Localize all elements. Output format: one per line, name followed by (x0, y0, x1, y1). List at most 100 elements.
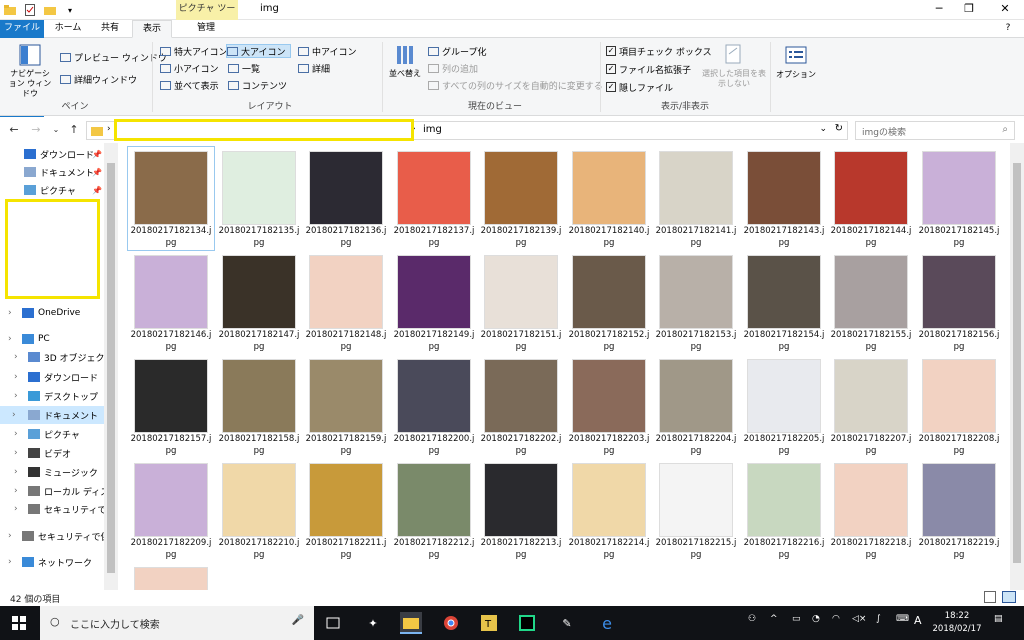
file-item[interactable]: 20180217182205.jpg (741, 355, 827, 458)
taskbar-search-input[interactable]: ○ ここに入力して検索 🎤 (40, 606, 314, 640)
pycharm-icon[interactable] (516, 612, 538, 634)
file-explorer-icon[interactable] (400, 612, 422, 634)
scroll-thumb[interactable] (107, 163, 115, 573)
file-thumbnail[interactable] (922, 359, 996, 433)
expand-chevron-icon[interactable]: › (12, 410, 16, 420)
file-item[interactable]: 20180217182209.jpg (128, 459, 214, 562)
file-item[interactable]: 20180217182220.jpg (128, 563, 214, 590)
file-thumbnail[interactable] (484, 463, 558, 537)
file-item[interactable]: 20180217182200.jpg (391, 355, 477, 458)
file-thumbnail[interactable] (747, 151, 821, 225)
task-view-icon[interactable] (322, 612, 344, 634)
breadcrumb-current[interactable]: img (423, 124, 442, 135)
file-item[interactable]: 20180217182158.jpg (216, 355, 302, 458)
properties-icon[interactable] (22, 2, 38, 18)
hide-selected-button[interactable]: 選択した項目を表示しない (702, 44, 766, 89)
file-item[interactable]: 20180217182202.jpg (478, 355, 564, 458)
file-item[interactable]: 20180217182214.jpg (566, 459, 652, 562)
file-thumbnail[interactable] (572, 255, 646, 329)
tree-item[interactable]: › OneDrive (8, 304, 80, 322)
file-thumbnail[interactable] (747, 359, 821, 433)
refresh-icon[interactable]: ↻ (835, 123, 843, 134)
tree-item[interactable]: › ピクチャ (14, 425, 80, 443)
file-item[interactable]: 20180217182144.jpg (828, 147, 914, 250)
file-thumbnail[interactable] (484, 151, 558, 225)
sort-button[interactable]: 並べ替え (388, 44, 422, 79)
layout-extra-large[interactable]: 特大アイコン (160, 44, 228, 58)
file-thumbnail[interactable] (659, 463, 733, 537)
network-icon[interactable]: ◔ (812, 614, 820, 624)
file-item[interactable]: 20180217182219.jpg (916, 459, 1002, 562)
layout-large[interactable]: 大アイコン (226, 44, 291, 58)
file-item[interactable]: 20180217182135.jpg (216, 147, 302, 250)
layout-details[interactable]: 詳細 (298, 61, 330, 75)
forward-arrow-icon[interactable]: → (28, 122, 44, 138)
file-item[interactable]: 20180217182203.jpg (566, 355, 652, 458)
file-thumbnail[interactable] (572, 359, 646, 433)
sidebar-scrollbar[interactable] (104, 143, 118, 590)
new-folder-icon[interactable] (42, 2, 58, 18)
file-thumbnail[interactable] (834, 255, 908, 329)
battery-icon[interactable]: ▭ (792, 614, 801, 624)
file-thumbnail[interactable] (309, 151, 383, 225)
file-item[interactable]: 20180217182212.jpg (391, 459, 477, 562)
hidden-items-toggle[interactable]: ✓ 隠しファイル (606, 80, 673, 94)
expand-chevron-icon[interactable]: › (14, 429, 18, 439)
quick-access-item[interactable]: ドキュメント 📌 (24, 163, 102, 181)
details-view-icon[interactable] (984, 591, 996, 603)
layout-list[interactable]: 一覧 (228, 61, 260, 75)
file-thumbnail[interactable] (922, 463, 996, 537)
expand-chevron-icon[interactable]: › (8, 334, 12, 344)
file-thumbnail[interactable] (222, 463, 296, 537)
tab-share[interactable]: 共有 (92, 20, 128, 38)
help-icon[interactable]: ? (996, 20, 1020, 38)
file-item[interactable]: 20180217182207.jpg (828, 355, 914, 458)
expand-chevron-icon[interactable]: › (14, 372, 18, 382)
expand-chevron-icon[interactable]: › (14, 448, 18, 458)
file-item[interactable]: 20180217182156.jpg (916, 251, 1002, 354)
file-item[interactable]: 20180217182136.jpg (303, 147, 389, 250)
file-item[interactable]: 20180217182218.jpg (828, 459, 914, 562)
file-thumbnail[interactable] (922, 151, 996, 225)
search-input[interactable]: imgの検索 ⌕ (855, 121, 1015, 140)
preview-pane-button[interactable]: プレビュー ウィンドウ (60, 50, 167, 64)
file-thumbnail[interactable] (659, 151, 733, 225)
file-item[interactable]: 20180217182139.jpg (478, 147, 564, 250)
file-thumbnail[interactable] (309, 255, 383, 329)
edge-icon[interactable]: e (596, 612, 618, 634)
file-item[interactable]: 20180217182141.jpg (653, 147, 739, 250)
file-item[interactable]: 20180217182154.jpg (741, 251, 827, 354)
scroll-thumb[interactable] (1013, 163, 1021, 563)
file-thumbnail[interactable] (222, 255, 296, 329)
file-thumbnail[interactable] (659, 255, 733, 329)
extensions-toggle[interactable]: ✓ ファイル名拡張子 (606, 62, 691, 76)
file-thumbnail[interactable] (659, 359, 733, 433)
file-item[interactable]: 20180217182143.jpg (741, 147, 827, 250)
pinned-app-icon[interactable]: ✦ (362, 612, 384, 634)
tree-item[interactable]: › ビデオ (14, 444, 71, 462)
file-item[interactable]: 20180217182147.jpg (216, 251, 302, 354)
file-item[interactable]: 20180217182134.jpg (127, 146, 215, 251)
file-thumbnail[interactable] (834, 359, 908, 433)
expand-chevron-icon[interactable]: › (14, 391, 18, 401)
microphone-icon[interactable]: 🎤 (292, 615, 304, 626)
quick-access-item[interactable]: ピクチャ 📌 (24, 181, 102, 199)
minimize-button[interactable]: ─ (924, 0, 954, 20)
expand-chevron-icon[interactable]: › (14, 504, 18, 514)
file-thumbnail[interactable] (222, 151, 296, 225)
file-item[interactable]: 20180217182155.jpg (828, 251, 914, 354)
expand-chevron-icon[interactable]: › (8, 557, 12, 567)
file-item[interactable]: 20180217182152.jpg (566, 251, 652, 354)
layout-content[interactable]: コンテンツ (228, 78, 287, 92)
up-arrow-icon[interactable]: ↑ (66, 122, 82, 138)
options-button[interactable]: オプション (776, 46, 816, 80)
file-thumbnail[interactable] (134, 567, 208, 590)
file-thumbnail[interactable] (747, 463, 821, 537)
ime-indicator[interactable]: A (914, 614, 922, 627)
file-item[interactable]: 20180217182216.jpg (741, 459, 827, 562)
item-checkboxes-toggle[interactable]: ✓ 項目チェック ボックス (606, 44, 712, 58)
expand-chevron-icon[interactable]: › (8, 531, 12, 541)
file-thumbnail[interactable] (397, 255, 471, 329)
back-arrow-icon[interactable]: ← (6, 122, 22, 138)
file-item[interactable]: 20180217182210.jpg (216, 459, 302, 562)
